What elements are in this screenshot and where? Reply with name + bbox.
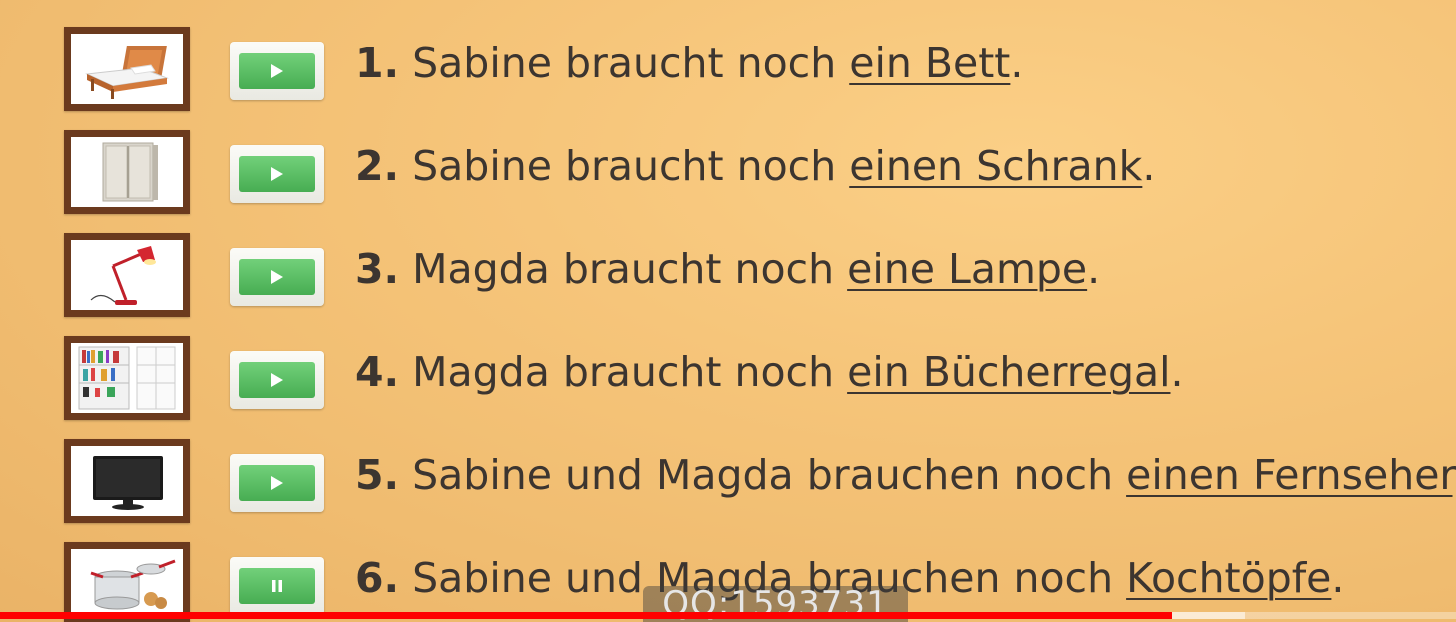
sentence-text: 1. Sabine braucht noch ein Bett. (355, 35, 1023, 91)
sentence-suffix: . (1010, 39, 1024, 87)
sentence-prefix: Magda braucht noch (412, 245, 848, 293)
underlined-noun: ein Bett (849, 39, 1011, 87)
bookshelf-icon (64, 336, 190, 420)
sentence-prefix: Sabine braucht noch (412, 142, 850, 190)
video-progress-bar[interactable] (0, 612, 1456, 619)
item-number: 6. (355, 554, 400, 602)
underlined-noun: einen Schrank (849, 142, 1143, 190)
underlined-noun: Kochtöpfe (1126, 554, 1332, 602)
item-number: 4. (355, 348, 400, 396)
pause-icon (239, 568, 315, 604)
underlined-noun: ein Bücherregal (847, 348, 1171, 396)
play-button[interactable] (230, 351, 324, 409)
list-item: 5. Sabine und Magda brauchen noch einen … (0, 439, 1456, 523)
list-item: 3. Magda braucht noch eine Lampe. (0, 233, 1456, 317)
bed-icon (64, 27, 190, 111)
sentence-prefix: Magda braucht noch (412, 348, 848, 396)
cooking-pots-icon (64, 542, 190, 622)
play-button[interactable] (230, 454, 324, 512)
progress-played (0, 612, 1173, 619)
wardrobe-icon (64, 130, 190, 214)
desk-lamp-icon (64, 233, 190, 317)
sentence-text: 3. Magda braucht noch eine Lampe. (355, 241, 1100, 297)
tv-icon (64, 439, 190, 523)
sentence-suffix: . (1453, 451, 1456, 499)
list-item: 2. Sabine braucht noch einen Schrank. (0, 130, 1456, 214)
play-button[interactable] (230, 145, 324, 203)
sentence-suffix: . (1331, 554, 1345, 602)
play-icon (239, 259, 315, 295)
sentence-text: 4. Magda braucht noch ein Bücherregal. (355, 344, 1184, 400)
sentence-prefix: Sabine braucht noch (412, 39, 850, 87)
list-item: 4. Magda braucht noch ein Bücherregal. (0, 336, 1456, 420)
sentence-suffix: . (1087, 245, 1101, 293)
item-number: 1. (355, 39, 400, 87)
play-icon (239, 53, 315, 89)
sentence-prefix: Sabine und Magda brauchen noch (412, 451, 1127, 499)
play-icon (239, 465, 315, 501)
item-number: 2. (355, 142, 400, 190)
sentence-suffix: . (1142, 142, 1156, 190)
play-icon (239, 156, 315, 192)
pause-button[interactable] (230, 557, 324, 615)
sentence-text: 5. Sabine und Magda brauchen noch einen … (355, 447, 1456, 503)
play-button[interactable] (230, 42, 324, 100)
underlined-noun: einen Fernseher (1126, 451, 1453, 499)
sentence-suffix: . (1170, 348, 1184, 396)
item-number: 5. (355, 451, 400, 499)
play-button[interactable] (230, 248, 324, 306)
item-number: 3. (355, 245, 400, 293)
underlined-noun: eine Lampe (847, 245, 1088, 293)
list-item: 1. Sabine braucht noch ein Bett. (0, 27, 1456, 111)
play-icon (239, 362, 315, 398)
sentence-text: 2. Sabine braucht noch einen Schrank. (355, 138, 1155, 194)
